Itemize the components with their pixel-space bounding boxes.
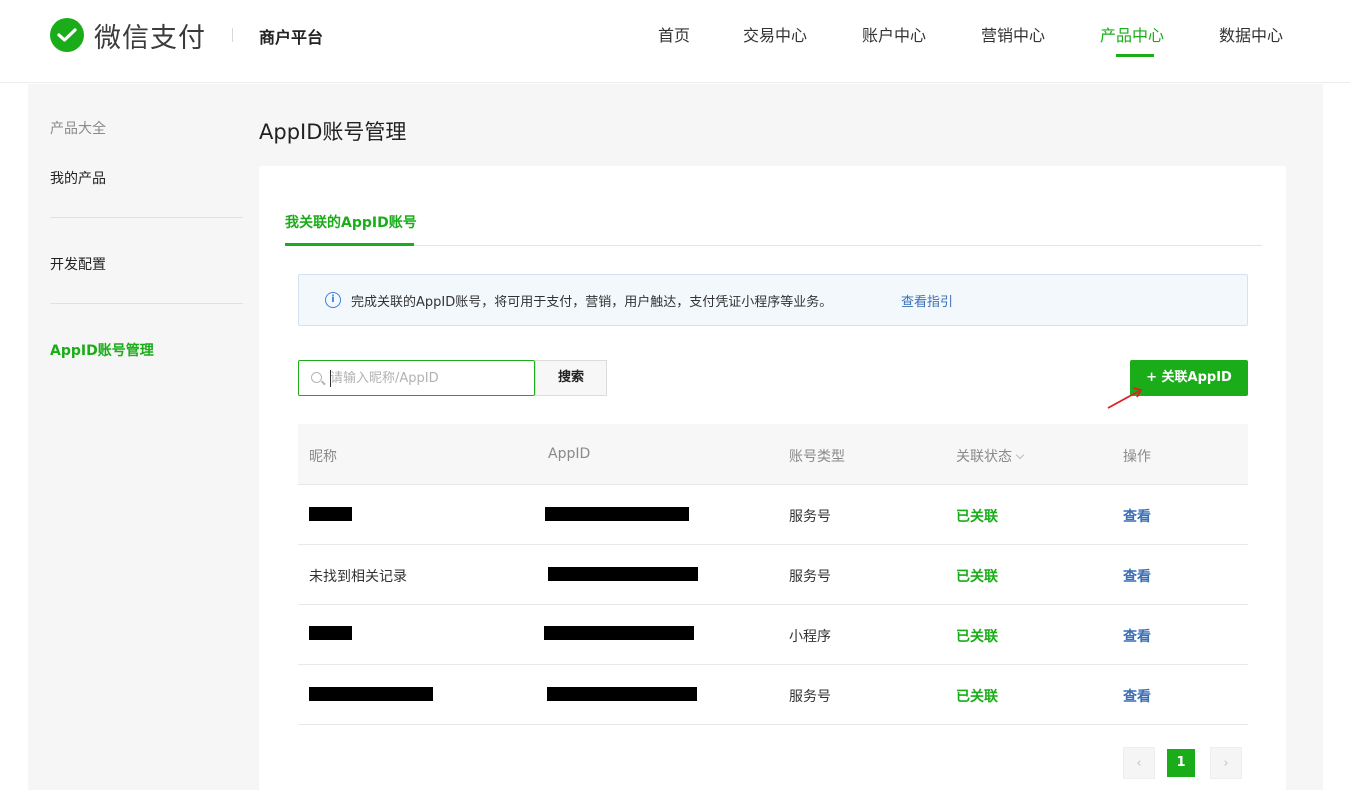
platform-label: 商户平台 xyxy=(259,28,324,47)
table-row: 服务号 已关联 查看 xyxy=(298,665,1248,725)
redacted-appid xyxy=(547,687,697,701)
view-guide-link[interactable]: 查看指引 xyxy=(901,291,953,310)
table-row: 小程序 已关联 查看 xyxy=(298,605,1248,665)
column-header-account-type: 账号类型 xyxy=(789,449,845,465)
nav-trade-center[interactable]: 交易中心 xyxy=(743,22,807,46)
redacted-appid xyxy=(548,567,698,581)
table-header: 昵称 AppID 账号类型 关联状态 操作 xyxy=(298,424,1248,485)
nickname: 未找到相关记录 xyxy=(309,569,407,585)
account-type: 服务号 xyxy=(789,509,831,525)
text-cursor xyxy=(330,370,331,387)
redacted-nickname xyxy=(309,626,352,640)
chevron-left-icon: ‹ xyxy=(1136,756,1142,771)
redacted-appid xyxy=(544,626,694,640)
wechat-pay-logo[interactable]: 微信支付 xyxy=(50,18,206,54)
account-type: 服务号 xyxy=(789,689,831,705)
sidebar-divider xyxy=(50,303,243,304)
account-type: 小程序 xyxy=(789,629,831,645)
column-header-status[interactable]: 关联状态 xyxy=(956,446,1025,466)
pagination-next-button[interactable]: › xyxy=(1210,747,1242,779)
search-button[interactable]: 搜索 xyxy=(535,360,607,396)
wechat-pay-logo-icon xyxy=(50,18,84,52)
logo-text: 微信支付 xyxy=(94,22,206,54)
status-badge: 已关联 xyxy=(956,569,998,585)
status-badge: 已关联 xyxy=(956,689,998,705)
top-header: 微信支付 商户平台 首页 交易中心 账户中心 营销中心 产品中心 数据中心 xyxy=(0,0,1350,83)
info-icon: i xyxy=(325,292,341,308)
account-type: 服务号 xyxy=(789,569,831,585)
tab-bar-border xyxy=(285,245,1262,246)
view-link[interactable]: 查看 xyxy=(1123,686,1151,706)
info-notice: i 完成关联的AppID账号，将可用于支付，营销，用户触达，支付凭证小程序等业务… xyxy=(298,274,1248,326)
redacted-nickname xyxy=(309,687,433,701)
search-field[interactable] xyxy=(298,360,535,396)
redacted-nickname xyxy=(309,507,352,521)
table-row: 服务号 已关联 查看 xyxy=(298,485,1248,545)
column-header-appid: AppID xyxy=(548,446,591,462)
view-link[interactable]: 查看 xyxy=(1123,626,1151,646)
sidebar-item-appid-management[interactable]: AppID账号管理 xyxy=(50,340,154,360)
redacted-appid xyxy=(545,507,689,521)
pagination-prev-button[interactable]: ‹ xyxy=(1123,747,1155,779)
status-badge: 已关联 xyxy=(956,509,998,525)
sidebar-item-my-products[interactable]: 我的产品 xyxy=(50,168,106,188)
table-row: 未找到相关记录 服务号 已关联 查看 xyxy=(298,545,1248,605)
view-link[interactable]: 查看 xyxy=(1123,566,1151,586)
nav-home[interactable]: 首页 xyxy=(658,22,690,46)
sidebar-group-label: 产品大全 xyxy=(50,121,106,137)
sidebar-item-dev-config[interactable]: 开发配置 xyxy=(50,254,106,274)
search-input[interactable] xyxy=(330,368,525,388)
nav-account-center[interactable]: 账户中心 xyxy=(862,22,926,46)
column-header-nickname: 昵称 xyxy=(309,449,337,465)
sidebar-divider xyxy=(50,217,243,218)
nav-marketing-center[interactable]: 营销中心 xyxy=(981,22,1045,46)
tab-linked-appids[interactable]: 我关联的AppID账号 xyxy=(285,212,417,232)
tab-active-indicator xyxy=(285,243,414,246)
chevron-right-icon: › xyxy=(1223,756,1229,771)
nav-active-indicator xyxy=(1116,54,1154,57)
search-icon xyxy=(311,372,322,383)
pagination-page-1[interactable]: 1 xyxy=(1167,749,1195,777)
annotation-arrow-icon xyxy=(1107,387,1143,409)
view-link[interactable]: 查看 xyxy=(1123,506,1151,526)
column-header-action: 操作 xyxy=(1123,449,1151,465)
nav-product-center[interactable]: 产品中心 xyxy=(1100,22,1164,46)
notice-text: 完成关联的AppID账号，将可用于支付，营销，用户触达，支付凭证小程序等业务。 xyxy=(351,295,833,310)
page-title: AppID账号管理 xyxy=(259,120,407,144)
header-divider xyxy=(232,28,233,42)
chevron-down-icon xyxy=(1015,450,1025,460)
column-header-status-label: 关联状态 xyxy=(956,449,1012,465)
status-badge: 已关联 xyxy=(956,629,998,645)
nav-data-center[interactable]: 数据中心 xyxy=(1219,22,1283,46)
